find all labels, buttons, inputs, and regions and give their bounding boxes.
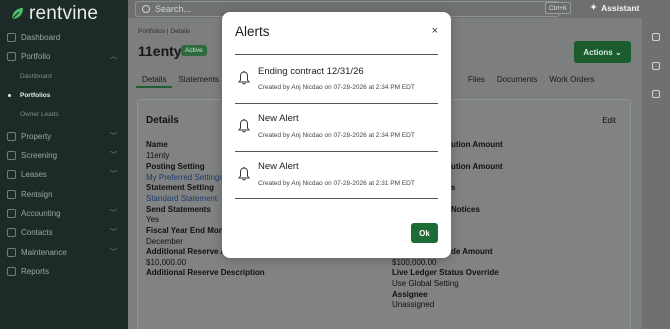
- tab-details[interactable]: Details: [136, 73, 173, 88]
- sidebar-item-accounting[interactable]: Accounting ﹀: [0, 205, 128, 221]
- sidebar-item-screening[interactable]: Screening ﹀: [0, 147, 128, 163]
- edit-button[interactable]: Edit: [602, 116, 616, 125]
- chevron-up-icon: ︿: [110, 53, 117, 60]
- divider: [235, 103, 438, 104]
- field-label: de Amount: [451, 247, 493, 256]
- field-label: ution Amount: [451, 162, 503, 171]
- page-title: 11enty: [138, 43, 182, 59]
- sign-icon: [7, 189, 16, 199]
- screening-icon: [7, 150, 16, 160]
- right-rail: [642, 0, 670, 329]
- modal-title: Alerts: [235, 24, 270, 39]
- field-label: Live Ledger Status Override: [392, 268, 499, 277]
- field-label: Fiscal Year End Month: [146, 226, 232, 235]
- divider: [235, 198, 438, 199]
- edit-note-icon[interactable]: [652, 33, 660, 41]
- field-label: ution Amount: [451, 140, 503, 149]
- chevron-down-icon: ﹀: [110, 171, 117, 178]
- tab-files[interactable]: Files: [462, 73, 491, 86]
- field-label: Send Statements: [146, 205, 211, 214]
- folder-icon: [7, 51, 16, 61]
- chevron-down-icon: ﹀: [110, 152, 117, 159]
- grid-icon: [7, 32, 16, 42]
- tabs-right: Files Documents Work Orders: [462, 73, 601, 86]
- field-value: Yes: [146, 215, 160, 224]
- field-value: $10,000.00: [146, 258, 187, 267]
- bank-icon: [7, 208, 16, 218]
- alert-meta: Created by Anj Nicdao on 07-28-2026 at 2…: [258, 84, 415, 91]
- field-label: Assignee: [392, 290, 428, 299]
- sidebar-sub-dashboard[interactable]: Dashboard: [20, 69, 52, 83]
- divider: [235, 54, 438, 55]
- field-label: Statement Setting: [146, 183, 215, 192]
- chevron-down-icon: ﹀: [110, 133, 117, 140]
- bell-icon[interactable]: [652, 62, 660, 70]
- bell-icon: [238, 119, 250, 133]
- field-label: s: [451, 183, 456, 192]
- breadcrumb[interactable]: Portfolios | Details: [138, 28, 190, 35]
- sidebar-item-reports[interactable]: Reports: [0, 263, 128, 279]
- close-icon[interactable]: ×: [432, 25, 438, 37]
- field-label: Posting Setting: [146, 162, 205, 171]
- alert-title: Ending contract 12/31/26: [258, 66, 364, 77]
- field-value: Unassigned: [392, 300, 435, 309]
- bell-icon: [238, 167, 250, 181]
- wrench-icon: [7, 247, 16, 257]
- alert-title: New Alert: [258, 113, 299, 124]
- logo[interactable]: rentvine: [9, 3, 99, 24]
- divider: [235, 151, 438, 152]
- field-value: Use Global Setting: [392, 279, 459, 288]
- chevron-down-icon: ﹀: [110, 229, 117, 236]
- tab-work-orders[interactable]: Work Orders: [543, 73, 600, 86]
- alert-title: New Alert: [258, 161, 299, 172]
- sidebar-item-property[interactable]: Property ﹀: [0, 128, 128, 144]
- search-shortcut: Ctrl+K: [545, 2, 572, 14]
- alert-meta: Created by Anj Nicdao on 07-28-2026 at 2…: [258, 180, 415, 187]
- sidebar-sub-portfolios[interactable]: Portfolios: [7, 88, 50, 102]
- sidebar-sub-owner-leads[interactable]: Owner Leads: [20, 107, 59, 121]
- chevron-down-icon: ﹀: [110, 210, 117, 217]
- field-value: $100,000.00: [392, 258, 437, 267]
- alert-meta: Created by Anj Nicdao on 07-28-2026 at 2…: [258, 132, 415, 139]
- sidebar-item-portfolio[interactable]: Portfolio ︿: [0, 48, 128, 64]
- field-label: Name: [146, 140, 168, 149]
- sidebar-item-rentsign[interactable]: Rentsign: [0, 186, 128, 202]
- status-badge: Active: [181, 45, 207, 56]
- sidebar-item-maintenance[interactable]: Maintenance ﹀: [0, 244, 128, 260]
- sidebar-item-leases[interactable]: Leases ﹀: [0, 166, 128, 182]
- building-icon: [7, 131, 16, 141]
- chart-icon: [7, 266, 16, 276]
- tab-statements[interactable]: Statements: [172, 73, 224, 88]
- sparkle-icon: ✦: [590, 2, 598, 12]
- posting-setting-link[interactable]: My Preferred Settings: [146, 173, 223, 183]
- chevron-down-icon: ﹀: [110, 249, 117, 256]
- alerts-modal: Alerts × Ending contract 12/31/26 Create…: [222, 12, 451, 258]
- sidebar-item-dashboard[interactable]: Dashboard: [0, 29, 128, 45]
- lease-icon: [7, 169, 16, 179]
- logo-text: rentvine: [29, 3, 99, 24]
- field-value: December: [146, 237, 183, 246]
- statement-setting-link[interactable]: Standard Statement: [146, 194, 217, 204]
- field-label: Notices: [451, 205, 480, 214]
- sidebar: rentvine Dashboard Portfolio ︿ Dashboard …: [0, 0, 128, 329]
- mail-icon[interactable]: [652, 90, 660, 98]
- card-title: Details: [146, 115, 179, 126]
- search-icon: [142, 5, 150, 13]
- tabs: Details Statements: [136, 73, 225, 88]
- tab-documents[interactable]: Documents: [491, 73, 543, 86]
- chevron-down-icon: ⌄: [614, 47, 622, 57]
- actions-button[interactable]: Actions ⌄: [574, 41, 631, 63]
- contacts-icon: [7, 227, 16, 237]
- field-value: 11enty: [146, 151, 170, 160]
- assistant-button[interactable]: ✦ Assistant: [590, 2, 639, 13]
- rentvine-leaf-icon: [11, 8, 23, 20]
- bell-icon: [238, 71, 250, 85]
- sidebar-item-contacts[interactable]: Contacts ﹀: [0, 224, 128, 240]
- field-label: Additional Reserve Description: [146, 268, 265, 277]
- ok-button[interactable]: Ok: [411, 223, 438, 243]
